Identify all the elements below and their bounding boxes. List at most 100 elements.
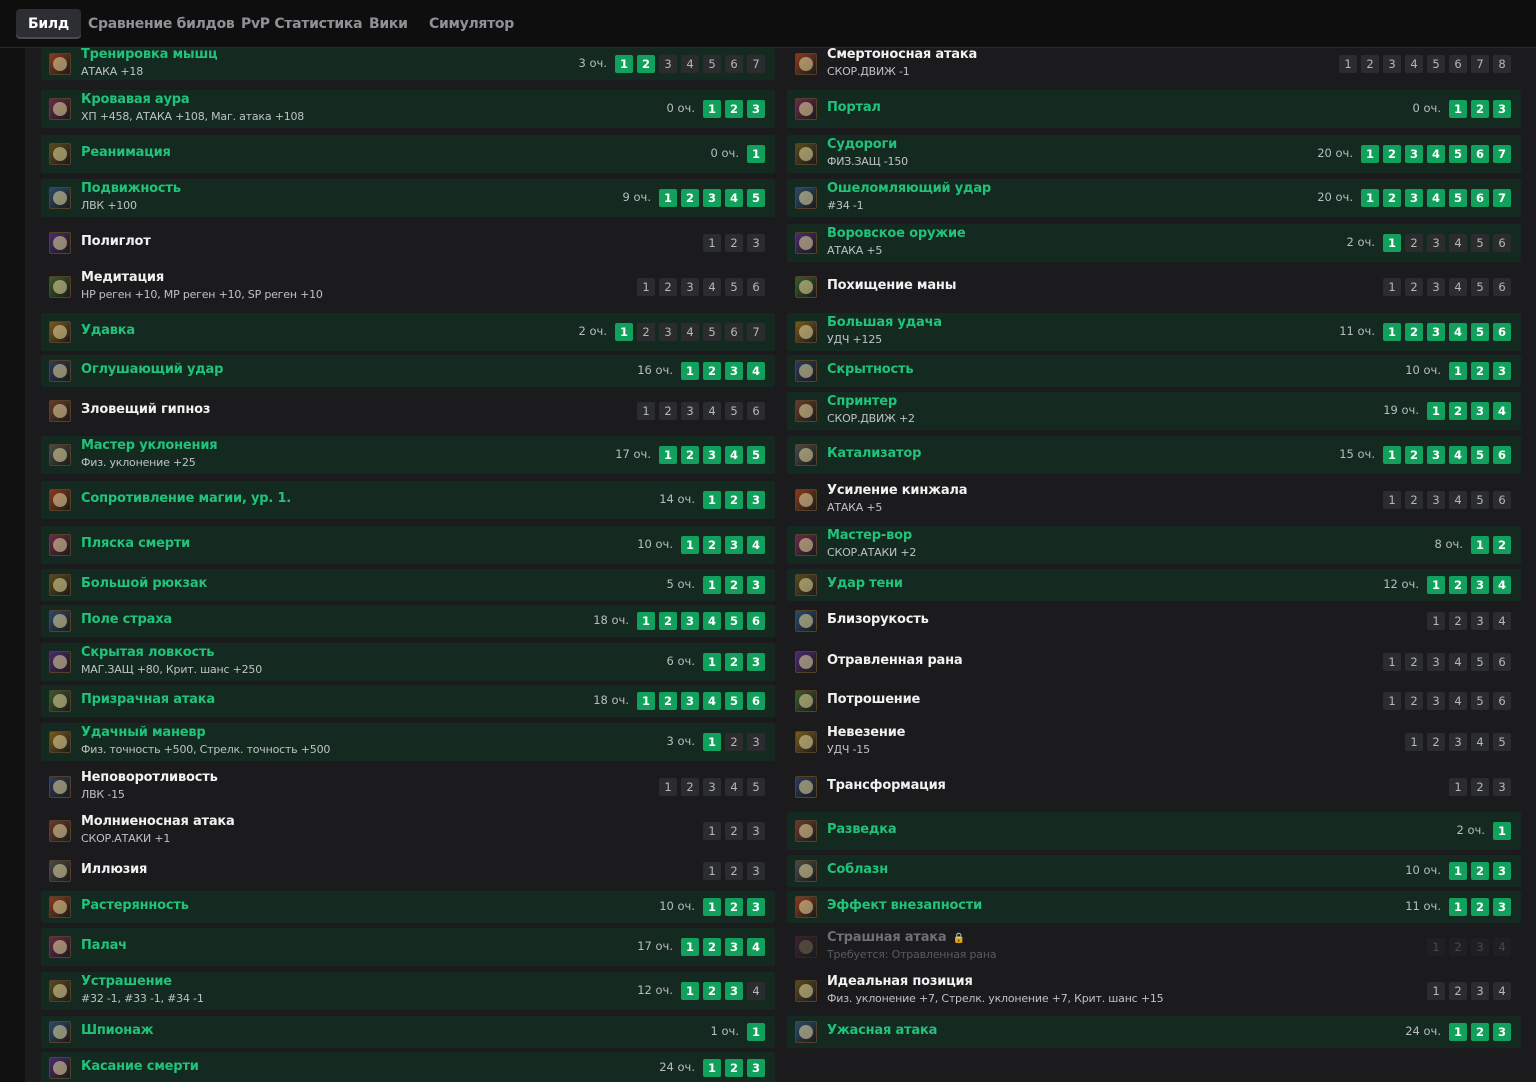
- level-button-6[interactable]: 6: [1493, 446, 1511, 464]
- skill-row[interactable]: Мастер уклонения Физ. уклонение +25 1 2 3 4 5 1…: [41, 436, 775, 474]
- skill-row[interactable]: Тренировка мышц АТАКА +18 1 2 3 4 5 6 7 3 оч.: [41, 48, 775, 80]
- level-button-1[interactable]: 1: [703, 234, 721, 252]
- level-button-4[interactable]: 4: [1493, 576, 1511, 594]
- level-button-4[interactable]: 4: [747, 982, 765, 1000]
- level-button-1[interactable]: 1: [1449, 362, 1467, 380]
- level-button-1[interactable]: 1: [703, 653, 721, 671]
- skill-row[interactable]: Медитация HP реген +10, MP реген +10, SP …: [41, 268, 775, 306]
- level-button-3[interactable]: 3: [1405, 189, 1423, 207]
- level-button-4[interactable]: 4: [747, 536, 765, 554]
- level-button-1[interactable]: 1: [1449, 1023, 1467, 1041]
- level-button-1[interactable]: 1: [747, 145, 765, 163]
- level-button-5[interactable]: 5: [1471, 491, 1489, 509]
- level-button-4[interactable]: 4: [1493, 982, 1511, 1000]
- level-button-5[interactable]: 5: [1449, 145, 1467, 163]
- level-button-2[interactable]: 2: [1471, 1023, 1489, 1041]
- skill-row[interactable]: Воровское оружие АТАКА +5 1 2 3 4 5 6 2 оч.: [787, 224, 1521, 262]
- level-button-1[interactable]: 1: [703, 733, 721, 751]
- level-button-2[interactable]: 2: [637, 323, 655, 341]
- skill-row[interactable]: Оглушающий удар 1 2 3 4 16 оч.: [41, 355, 775, 387]
- skill-row[interactable]: Кровавая аура ХП +458, АТАКА +108, Маг. а…: [41, 90, 775, 128]
- level-button-2[interactable]: 2: [725, 898, 743, 916]
- level-button-1[interactable]: 1: [1405, 733, 1423, 751]
- level-button-4[interactable]: 4: [703, 612, 721, 630]
- level-button-2[interactable]: 2: [703, 536, 721, 554]
- level-button-3[interactable]: 3: [703, 189, 721, 207]
- level-button-1[interactable]: 1: [659, 778, 677, 796]
- level-button-3[interactable]: 3: [1471, 982, 1489, 1000]
- skill-row[interactable]: Смертоносная атака СКОР.ДВИЖ -1 1 2 3 4 5 6 7 8: [787, 48, 1521, 80]
- level-button-1[interactable]: 1: [1493, 822, 1511, 840]
- level-button-1[interactable]: 1: [637, 278, 655, 296]
- skill-row[interactable]: Судороги ФИЗ.ЗАЩ -150 1 2 3 4 5 6 7 20 оч.: [787, 135, 1521, 173]
- level-button-1[interactable]: 1: [659, 446, 677, 464]
- level-button-5[interactable]: 5: [1471, 278, 1489, 296]
- level-button-3[interactable]: 3: [681, 278, 699, 296]
- level-button-4[interactable]: 4: [703, 692, 721, 710]
- level-button-1[interactable]: 1: [681, 536, 699, 554]
- skill-row[interactable]: Разведка 1 2 оч.: [787, 812, 1521, 850]
- skill-row[interactable]: Поле страха 1 2 3 4 5 6 18 оч.: [41, 605, 775, 637]
- level-button-2[interactable]: 2: [659, 402, 677, 420]
- level-button-1[interactable]: 1: [1361, 145, 1379, 163]
- level-button-1[interactable]: 1: [1339, 55, 1357, 73]
- level-button-1[interactable]: 1: [615, 323, 633, 341]
- level-button-3[interactable]: 3: [1405, 145, 1423, 163]
- level-button-4[interactable]: 4: [681, 323, 699, 341]
- level-button-5[interactable]: 5: [725, 278, 743, 296]
- level-button-1[interactable]: 1: [681, 362, 699, 380]
- tab-build-compare[interactable]: Сравнение билдов: [76, 9, 246, 39]
- level-button-2[interactable]: 2: [1449, 402, 1467, 420]
- level-button-3[interactable]: 3: [1471, 402, 1489, 420]
- level-button-4[interactable]: 4: [1471, 733, 1489, 751]
- level-button-4[interactable]: 4: [725, 189, 743, 207]
- level-button-3[interactable]: 3: [1493, 778, 1511, 796]
- level-button-5[interactable]: 5: [725, 692, 743, 710]
- level-button-3[interactable]: 3: [1427, 323, 1445, 341]
- level-button-3[interactable]: 3: [747, 1059, 765, 1077]
- skill-row[interactable]: Скрытность 1 2 3 10 оч.: [787, 355, 1521, 387]
- level-button-5[interactable]: 5: [725, 402, 743, 420]
- level-button-3[interactable]: 3: [1427, 278, 1445, 296]
- level-button-6[interactable]: 6: [747, 612, 765, 630]
- level-button-1[interactable]: 1: [637, 612, 655, 630]
- level-button-1[interactable]: 1: [1449, 898, 1467, 916]
- level-button-1[interactable]: 1: [1449, 778, 1467, 796]
- level-button-5[interactable]: 5: [747, 189, 765, 207]
- level-button-6[interactable]: 6: [1493, 491, 1511, 509]
- skill-row[interactable]: Большой рюкзак 1 2 3 5 оч.: [41, 569, 775, 601]
- level-button-3[interactable]: 3: [747, 100, 765, 118]
- level-button-3[interactable]: 3: [725, 982, 743, 1000]
- level-button-3[interactable]: 3: [747, 491, 765, 509]
- level-button-1[interactable]: 1: [681, 938, 699, 956]
- skill-row[interactable]: Соблазн 1 2 3 10 оч.: [787, 855, 1521, 887]
- skill-row[interactable]: Растерянность 1 2 3 10 оч.: [41, 891, 775, 923]
- level-button-1[interactable]: 1: [681, 982, 699, 1000]
- level-button-2[interactable]: 2: [1427, 733, 1445, 751]
- level-button-2[interactable]: 2: [681, 446, 699, 464]
- skill-row[interactable]: Мастер-вор СКОР.АТАКИ +2 1 2 8 оч.: [787, 526, 1521, 564]
- level-button-3[interactable]: 3: [659, 55, 677, 73]
- level-button-4[interactable]: 4: [1449, 446, 1467, 464]
- level-button-2[interactable]: 2: [725, 234, 743, 252]
- skill-row[interactable]: Удавка 1 2 3 4 5 6 7 2 оч.: [41, 313, 775, 351]
- level-button-5[interactable]: 5: [703, 55, 721, 73]
- level-button-4[interactable]: 4: [703, 278, 721, 296]
- level-button-6[interactable]: 6: [747, 692, 765, 710]
- level-button-5[interactable]: 5: [1471, 323, 1489, 341]
- level-button-1[interactable]: 1: [1427, 576, 1445, 594]
- level-button-3[interactable]: 3: [1427, 692, 1445, 710]
- level-button-2[interactable]: 2: [703, 362, 721, 380]
- level-button-3[interactable]: 3: [1493, 1023, 1511, 1041]
- skill-row[interactable]: Портал 1 2 3 0 оч.: [787, 90, 1521, 128]
- level-button-4[interactable]: 4: [747, 362, 765, 380]
- level-button-5[interactable]: 5: [747, 446, 765, 464]
- level-button-1[interactable]: 1: [615, 55, 633, 73]
- level-button-4[interactable]: 4: [1405, 55, 1423, 73]
- level-button-4[interactable]: 4: [725, 778, 743, 796]
- level-button-6[interactable]: 6: [1493, 234, 1511, 252]
- level-button-3[interactable]: 3: [1493, 362, 1511, 380]
- level-button-7[interactable]: 7: [747, 323, 765, 341]
- level-button-6[interactable]: 6: [1471, 189, 1489, 207]
- level-button-3[interactable]: 3: [1427, 446, 1445, 464]
